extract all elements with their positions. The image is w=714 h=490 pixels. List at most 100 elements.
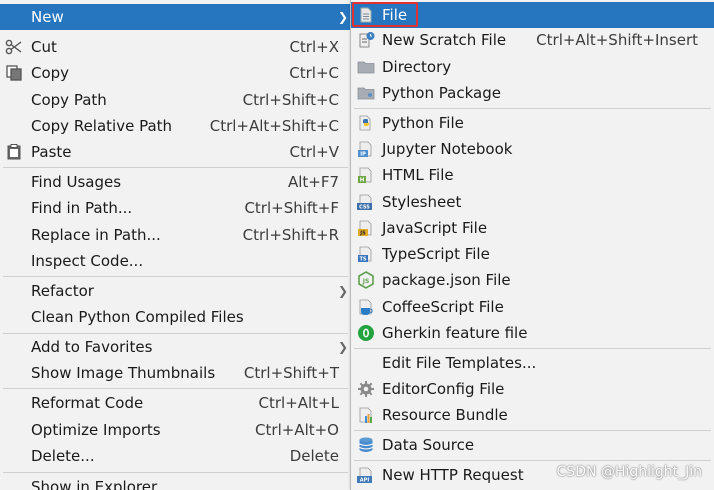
menu-item-replace-in-path[interactable]: Replace in Path... Ctrl+Shift+R	[0, 222, 351, 248]
api-icon: API	[357, 466, 375, 484]
scissors-icon	[5, 38, 23, 56]
menu-item-label: Clean Python Compiled Files	[31, 308, 244, 326]
menu-item-label: Python File	[382, 114, 464, 132]
menu-item-label: Jupyter Notebook	[382, 140, 513, 158]
submenu-item-editorconfig-file[interactable]: EditorConfig File	[351, 376, 714, 402]
svg-text:CSS: CSS	[359, 205, 370, 211]
submenu-item-jupyter-notebook[interactable]: IP Jupyter Notebook	[351, 136, 714, 162]
shortcut-text: Ctrl+C	[289, 64, 339, 82]
chevron-right-icon: ❯	[337, 284, 349, 298]
menu-item-copy[interactable]: Copy Ctrl+C	[0, 60, 351, 86]
menu-item-label: Delete...	[31, 447, 95, 465]
menu-separator	[354, 460, 711, 461]
chevron-right-icon: ❯	[337, 10, 349, 24]
menu-item-label: JavaScript File	[382, 219, 488, 237]
chevron-right-icon: ❯	[337, 340, 349, 354]
menu-item-paste[interactable]: Paste Ctrl+V	[0, 139, 351, 165]
menu-item-show-in-explorer[interactable]: Show in Explorer	[0, 474, 351, 490]
menu-item-clean-python-compiled[interactable]: Clean Python Compiled Files	[0, 304, 351, 330]
menu-item-label: Data Source	[382, 436, 475, 454]
menu-separator	[354, 348, 711, 349]
menu-item-label: Find Usages	[31, 173, 122, 191]
submenu-item-stylesheet[interactable]: CSS Stylesheet	[351, 189, 714, 215]
menu-item-refactor[interactable]: Refactor ❯	[0, 278, 351, 304]
gear-icon	[357, 380, 375, 398]
submenu-item-javascript-file[interactable]: JS JavaScript File	[351, 215, 714, 241]
menu-separator	[3, 472, 348, 473]
menu-item-label: TypeScript File	[382, 245, 490, 263]
submenu-item-gherkin-feature-file[interactable]: Gherkin feature file	[351, 320, 714, 346]
coffeescript-icon	[357, 298, 375, 316]
menu-item-label: New	[31, 8, 64, 26]
menu-separator	[3, 167, 348, 168]
copy-icon	[5, 64, 23, 82]
menu-item-reformat-code[interactable]: Reformat Code Ctrl+Alt+L	[0, 390, 351, 416]
submenu-item-html-file[interactable]: H HTML File	[351, 162, 714, 188]
scratch-file-icon	[357, 31, 375, 49]
menu-separator	[3, 276, 348, 277]
menu-item-label: Show in Explorer	[31, 478, 158, 490]
menu-item-label: EditorConfig File	[382, 380, 505, 398]
menu-item-label: Inspect Code...	[31, 252, 144, 270]
menu-item-new[interactable]: New ❯	[0, 4, 351, 30]
svg-text:IP: IP	[360, 152, 366, 158]
menu-item-label: Resource Bundle	[382, 406, 508, 424]
svg-text:API: API	[360, 478, 370, 484]
menu-item-label: Copy Path	[31, 91, 107, 109]
menu-item-copy-relative-path[interactable]: Copy Relative Path Ctrl+Alt+Shift+C	[0, 113, 351, 139]
package-folder-icon	[357, 84, 375, 102]
shortcut-text: Alt+F7	[287, 173, 339, 191]
menu-item-optimize-imports[interactable]: Optimize Imports Ctrl+Alt+O	[0, 417, 351, 443]
submenu-item-resource-bundle[interactable]: Resource Bundle	[351, 402, 714, 428]
menu-item-label: Refactor	[31, 282, 94, 300]
menu-item-label: Reformat Code	[31, 394, 144, 412]
menu-item-label: Copy Relative Path	[31, 117, 173, 135]
submenu-item-new-scratch-file[interactable]: New Scratch File Ctrl+Alt+Shift+Insert	[351, 27, 714, 53]
menu-item-label: Find in Path...	[31, 199, 133, 217]
submenu-item-python-file[interactable]: Python File	[351, 110, 714, 136]
menu-item-inspect-code[interactable]: Inspect Code...	[0, 248, 351, 274]
submenu-item-data-source[interactable]: Data Source	[351, 432, 714, 458]
menu-item-add-to-favorites[interactable]: Add to Favorites ❯	[0, 334, 351, 360]
menu-item-label: File	[382, 6, 408, 24]
menu-item-copy-path[interactable]: Copy Path Ctrl+Shift+C	[0, 87, 351, 113]
menu-item-cut[interactable]: Cut Ctrl+X	[0, 34, 351, 60]
submenu-item-package-json-file[interactable]: JS package.json File	[351, 267, 714, 293]
menu-item-delete[interactable]: Delete... Delete	[0, 443, 351, 469]
submenu-item-python-package[interactable]: Python Package	[351, 80, 714, 106]
submenu-item-edit-file-templates[interactable]: Edit File Templates...	[351, 350, 714, 376]
menu-separator	[354, 108, 711, 109]
menu-item-label: Copy	[31, 64, 70, 82]
resource-bundle-icon	[357, 406, 375, 424]
shortcut-text: Ctrl+Alt+Shift+C	[209, 117, 339, 135]
shortcut-text: Ctrl+Alt+L	[258, 394, 340, 412]
menu-item-find-usages[interactable]: Find Usages Alt+F7	[0, 169, 351, 195]
menu-item-label: Directory	[382, 58, 452, 76]
menu-item-label: Paste	[31, 143, 72, 161]
menu-item-label: Show Image Thumbnails	[31, 364, 216, 382]
shortcut-text: Ctrl+Shift+T	[243, 364, 339, 382]
shortcut-text: Ctrl+Shift+F	[244, 199, 339, 217]
svg-text:TS: TS	[359, 257, 366, 263]
menu-item-label: Stylesheet	[382, 193, 462, 211]
menu-item-label: HTML File	[382, 166, 454, 184]
shortcut-text: Delete	[289, 447, 339, 465]
new-submenu: File New Scratch File Ctrl+Alt+Shift+Ins…	[350, 0, 714, 490]
submenu-item-coffeescript-file[interactable]: CoffeeScript File	[351, 294, 714, 320]
menu-item-label: Replace in Path...	[31, 226, 161, 244]
jupyter-icon: IP	[357, 140, 375, 158]
shortcut-text: Ctrl+Shift+R	[242, 226, 339, 244]
menu-item-show-image-thumbnails[interactable]: Show Image Thumbnails Ctrl+Shift+T	[0, 360, 351, 386]
menu-item-find-in-path[interactable]: Find in Path... Ctrl+Shift+F	[0, 195, 351, 221]
python-icon	[357, 114, 375, 132]
context-menu: New ❯ Cut Ctrl+X Copy Ctrl+C Copy Path C…	[0, 0, 352, 490]
shortcut-text: Ctrl+Alt+O	[255, 421, 339, 439]
shortcut-text: Ctrl+Alt+Shift+Insert	[536, 31, 698, 49]
submenu-item-typescript-file[interactable]: TS TypeScript File	[351, 241, 714, 267]
watermark: CSDN @Highlight_Jin	[556, 464, 702, 480]
folder-icon	[357, 58, 375, 76]
menu-separator	[354, 430, 711, 431]
submenu-item-directory[interactable]: Directory	[351, 54, 714, 80]
javascript-icon: JS	[357, 219, 375, 237]
menu-item-label: Cut	[31, 38, 57, 56]
